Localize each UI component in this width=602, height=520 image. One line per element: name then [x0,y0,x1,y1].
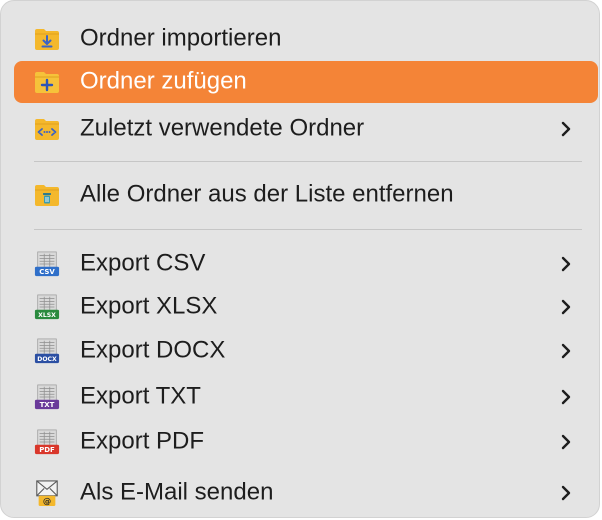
icon-badge-text: PDF [39,446,55,454]
chevron-right-icon [560,120,572,138]
folder-recent-icon [34,116,60,142]
chevron-right-icon [560,255,572,273]
chevron-right-icon [560,388,572,406]
menu-separator [34,229,582,230]
menu-item-export-docx[interactable]: DOCX Export DOCX [14,330,598,372]
folder-add-icon [34,69,60,95]
menu-item-label: Alle Ordner aus der Liste entfernen [80,180,454,208]
folder-import-icon [34,26,60,52]
menu-item-ordner-zufuegen[interactable]: Ordner zufügen [14,61,598,103]
export-txt-icon: TXT [34,384,60,410]
menu-item-export-csv[interactable]: CSV Export CSV [14,243,598,285]
menu-item-label: Als E-Mail senden [80,478,274,506]
icon-badge-text: TXT [40,401,55,409]
email-icon: @ [34,480,60,506]
context-menu: Ordner importieren Ordner zufügen Zuletz… [0,0,600,518]
menu-item-label: Zuletzt verwendete Ordner [80,114,365,142]
svg-text:@: @ [43,496,51,506]
icon-badge-text: CSV [39,268,55,276]
export-docx-icon: DOCX [34,338,60,364]
menu-separator [34,161,582,162]
chevron-right-icon [560,484,572,502]
menu-item-label: Export CSV [80,249,206,277]
menu-item-label: Export DOCX [80,336,226,364]
menu-item-export-pdf[interactable]: PDF Export PDF [14,421,598,463]
menu-item-label: Ordner importieren [80,24,282,52]
chevron-right-icon [560,298,572,316]
menu-item-export-xlsx[interactable]: XLSX Export XLSX [14,286,598,328]
chevron-right-icon [560,433,572,451]
export-xlsx-icon: XLSX [34,294,60,320]
menu-item-alle-ordner-entfernen[interactable]: Alle Ordner aus der Liste entfernen [14,174,598,216]
menu-item-label: Export XLSX [80,292,218,320]
chevron-right-icon [560,342,572,360]
icon-badge-text: XLSX [38,312,56,319]
menu-item-label: Export TXT [80,382,201,410]
export-csv-icon: CSV [34,251,60,277]
export-pdf-icon: PDF [34,429,60,455]
menu-item-label: Ordner zufügen [80,67,247,95]
menu-item-label: Export PDF [80,427,205,455]
menu-item-zuletzt-verwendete-ordner[interactable]: Zuletzt verwendete Ordner [14,108,598,150]
menu-item-ordner-importieren[interactable]: Ordner importieren [14,18,598,60]
folder-trash-icon [34,182,60,208]
menu-item-export-txt[interactable]: TXT Export TXT [14,376,598,418]
icon-badge-text: DOCX [37,356,57,363]
menu-item-als-email-senden[interactable]: @ Als E-Mail senden [14,472,598,514]
